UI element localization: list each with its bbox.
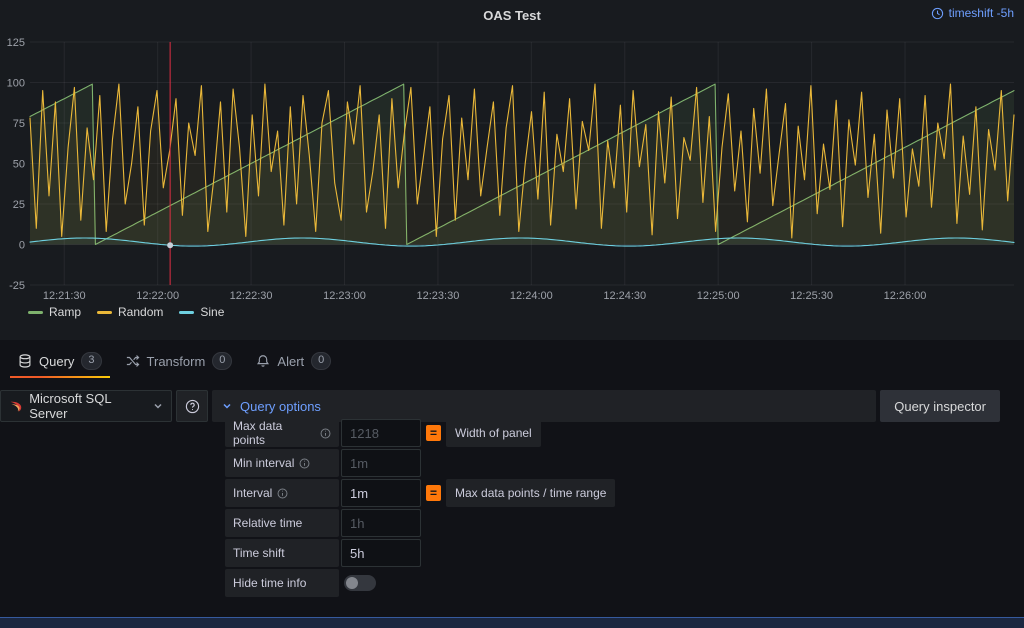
- option-row-interval: Interval = Max data points / time range: [225, 479, 615, 507]
- info-icon[interactable]: [320, 428, 331, 439]
- x-axis-label: 12:25:00: [697, 290, 740, 302]
- x-axis-label: 12:23:30: [417, 290, 460, 302]
- time-shift-input[interactable]: [341, 539, 421, 567]
- legend-item-ramp[interactable]: Ramp: [28, 305, 81, 319]
- interval-input[interactable]: [341, 479, 421, 507]
- time-series-chart[interactable]: -25 0 25 50 75 100 125 12:21:30 12:22:00 12:22:30…: [0, 30, 1024, 308]
- datasource-picker[interactable]: Microsoft SQL Server: [0, 390, 172, 422]
- min-interval-input[interactable]: [341, 449, 421, 477]
- legend-item-sine[interactable]: Sine: [179, 305, 224, 319]
- tab-alert[interactable]: Alert 0: [244, 344, 343, 378]
- option-label: Max data points: [225, 419, 339, 447]
- info-icon[interactable]: [277, 488, 288, 499]
- query-options-toggle[interactable]: Query options: [212, 390, 876, 422]
- option-label: Interval: [225, 479, 339, 507]
- option-row-time-shift: Time shift: [225, 539, 615, 567]
- bell-icon: [256, 354, 270, 368]
- relative-time-input[interactable]: [341, 509, 421, 537]
- chevron-down-icon: [153, 401, 163, 411]
- datasource-name: Microsoft SQL Server: [29, 391, 146, 421]
- y-axis-label: 25: [13, 199, 25, 211]
- legend-swatch: [97, 311, 112, 314]
- option-label: Relative time: [225, 509, 339, 537]
- tab-label: Query: [39, 354, 74, 369]
- y-axis-label: 125: [7, 37, 25, 49]
- legend-label: Sine: [200, 305, 224, 319]
- legend-swatch: [28, 311, 43, 314]
- panel-time-info[interactable]: timeshift -5h: [931, 6, 1014, 20]
- clock-icon: [931, 7, 944, 20]
- option-row-relative-time: Relative time: [225, 509, 615, 537]
- info-icon[interactable]: [299, 458, 310, 469]
- option-row-hide-time-info: Hide time info: [225, 569, 615, 597]
- adjacent-panel-edge: [0, 617, 1024, 628]
- database-icon: [18, 354, 32, 368]
- query-options-panel: Max data points = Width of panel Min int…: [225, 419, 615, 599]
- chart-legend: Ramp Random Sine: [28, 305, 224, 319]
- y-axis-label: 100: [7, 78, 25, 90]
- x-axis-label: 12:24:30: [603, 290, 646, 302]
- max-data-points-input[interactable]: [341, 419, 421, 447]
- y-axis-label: 75: [13, 118, 25, 130]
- panel-header: OAS Test timeshift -5h: [0, 0, 1024, 30]
- tab-label: Transform: [147, 354, 206, 369]
- query-options-label: Query options: [240, 399, 321, 414]
- x-axis-label: 12:25:30: [790, 290, 833, 302]
- shuffle-icon: [126, 354, 140, 368]
- x-axis-label: 12:24:00: [510, 290, 553, 302]
- x-axis-label: 12:22:00: [136, 290, 179, 302]
- legend-swatch: [179, 311, 194, 314]
- option-label: Min interval: [225, 449, 339, 477]
- hover-point-marker: [167, 242, 173, 248]
- timeseries-panel: OAS Test timeshift -5h -25 0 25 50 75 100 125 1…: [0, 0, 1024, 340]
- timeshift-label: timeshift -5h: [949, 6, 1014, 20]
- y-axis-label: -25: [9, 280, 25, 292]
- option-label: Time shift: [225, 539, 339, 567]
- y-axis-label: 50: [13, 159, 25, 171]
- question-circle-icon: [185, 399, 200, 414]
- option-note: Max data points / time range: [446, 479, 615, 507]
- editor-tabs: Query 3 Transform 0 Alert 0: [0, 344, 1024, 378]
- hide-time-info-toggle[interactable]: [344, 575, 376, 591]
- tab-count-badge: 0: [311, 352, 331, 370]
- tab-count-badge: 0: [212, 352, 232, 370]
- x-axis-label: 12:22:30: [230, 290, 273, 302]
- chart-svg: -25 0 25 50 75 100 125 12:21:30 12:22:00 12:22:30…: [0, 30, 1024, 308]
- option-row-max-data-points: Max data points = Width of panel: [225, 419, 615, 447]
- tab-transform[interactable]: Transform 0: [114, 344, 245, 378]
- legend-item-random[interactable]: Random: [97, 305, 163, 319]
- option-label: Hide time info: [225, 569, 339, 597]
- option-row-min-interval: Min interval: [225, 449, 615, 477]
- equals-badge: =: [426, 425, 441, 441]
- legend-label: Ramp: [49, 305, 81, 319]
- mssql-icon: [9, 399, 22, 413]
- y-axis-label: 0: [19, 240, 25, 252]
- tab-query[interactable]: Query 3: [6, 344, 114, 378]
- chevron-down-icon: [222, 401, 232, 411]
- x-axis-label: 12:23:00: [323, 290, 366, 302]
- query-inspector-button[interactable]: Query inspector: [880, 390, 1000, 422]
- equals-badge: =: [426, 485, 441, 501]
- legend-label: Random: [118, 305, 163, 319]
- panel-title[interactable]: OAS Test: [483, 8, 541, 23]
- x-axis-label: 12:21:30: [43, 290, 86, 302]
- tab-label: Alert: [277, 354, 304, 369]
- x-axis-label: 12:26:00: [884, 290, 927, 302]
- option-note: Width of panel: [446, 419, 541, 447]
- datasource-help-button[interactable]: [176, 390, 208, 422]
- tab-count-badge: 3: [81, 352, 101, 370]
- query-toolbar: Microsoft SQL Server Query options Query…: [0, 390, 1024, 422]
